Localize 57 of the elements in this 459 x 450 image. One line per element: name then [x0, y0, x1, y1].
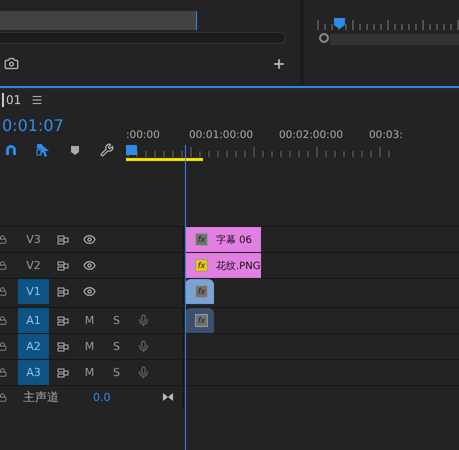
bowtie-icon[interactable]	[161, 390, 175, 404]
sync-lock-icon[interactable]	[56, 284, 70, 298]
audio-clip[interactable]: fx	[185, 308, 214, 333]
track-target[interactable]: V1	[18, 279, 49, 304]
lock-icon[interactable]	[0, 287, 7, 296]
sequence-tab[interactable]: 01	[2, 93, 22, 107]
camera-icon[interactable]	[4, 56, 19, 71]
clip-name: 花纹.PNG	[216, 260, 260, 272]
track-target[interactable]: A2	[18, 334, 49, 359]
fx-badge: fx	[195, 314, 208, 327]
graphic-clip[interactable]: fx 花纹.PNG	[185, 253, 261, 278]
master-volume[interactable]: 0.0	[93, 390, 161, 404]
eye-icon[interactable]	[83, 233, 96, 246]
clip-name: 字幕 06	[216, 234, 252, 246]
eye-icon[interactable]	[83, 285, 96, 298]
magnet-icon[interactable]	[4, 143, 18, 157]
menu-icon[interactable]	[31, 94, 44, 106]
fx-badge: fx	[195, 259, 208, 272]
solo-toggle[interactable]: S	[103, 340, 130, 353]
sync-lock-icon[interactable]	[56, 232, 70, 246]
marker-icon[interactable]	[68, 143, 82, 157]
lock-icon[interactable]	[0, 316, 7, 325]
mic-icon[interactable]	[137, 366, 150, 379]
lock-icon[interactable]	[0, 235, 7, 244]
mute-toggle[interactable]: M	[76, 366, 103, 379]
mic-icon[interactable]	[137, 340, 150, 353]
lock-icon[interactable]	[0, 342, 7, 351]
fx-badge: fx	[195, 285, 208, 298]
linked-selection-icon[interactable]	[36, 143, 50, 157]
track-target[interactable]: V3	[18, 227, 49, 252]
mic-icon[interactable]	[137, 314, 150, 327]
lock-icon[interactable]	[0, 392, 7, 402]
ruler-label: 00:01:00:00	[189, 129, 254, 143]
lock-icon[interactable]	[0, 368, 7, 377]
sync-lock-icon[interactable]	[56, 314, 70, 328]
ruler-label: :00:00	[126, 129, 161, 143]
solo-toggle[interactable]: S	[103, 366, 130, 379]
track-target[interactable]: A3	[18, 360, 49, 385]
fx-badge: fx	[195, 233, 208, 246]
lock-icon[interactable]	[0, 261, 7, 270]
master-track-label: 主声道	[23, 388, 60, 406]
sync-lock-icon[interactable]	[56, 366, 70, 380]
video-clip[interactable]: fx	[185, 279, 214, 304]
sync-lock-icon[interactable]	[56, 258, 70, 272]
graphic-clip[interactable]: fx 字幕 06	[185, 227, 261, 252]
solo-toggle[interactable]: S	[103, 314, 130, 327]
mute-toggle[interactable]: M	[76, 340, 103, 353]
ruler-label: 00:02:00:00	[279, 129, 344, 143]
add-icon[interactable]	[272, 56, 286, 70]
ruler-label: 00:03:	[369, 129, 404, 143]
wrench-icon[interactable]	[100, 143, 114, 157]
sync-lock-icon[interactable]	[56, 340, 70, 354]
mute-toggle[interactable]: M	[76, 314, 103, 327]
eye-icon[interactable]	[83, 259, 96, 272]
track-target[interactable]: V2	[18, 253, 49, 278]
track-target[interactable]: A1	[18, 308, 49, 333]
timecode[interactable]: 0:01:07	[0, 112, 64, 140]
